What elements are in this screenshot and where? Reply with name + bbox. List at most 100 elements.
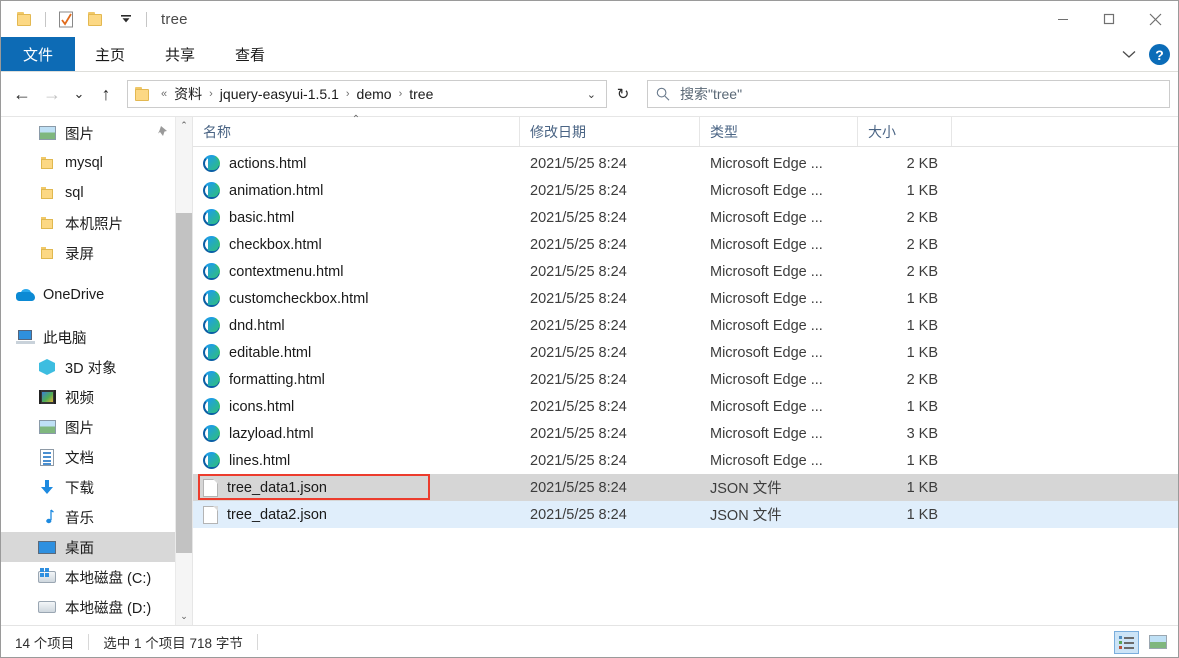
sidebar-item-downloads[interactable]: 下载: [1, 472, 192, 502]
breadcrumb-item-1[interactable]: jquery-easyui-1.5.1: [217, 84, 342, 104]
scroll-up-button[interactable]: ⌃: [176, 117, 192, 134]
sort-ascending-icon: ⌃: [351, 114, 361, 125]
file-type: Microsoft Edge ...: [710, 290, 823, 307]
file-date: 2021/5/25 8:24: [530, 425, 627, 442]
table-row[interactable]: lazyload.html 2021/5/25 8:24 Microsoft E…: [193, 420, 1178, 447]
search-input[interactable]: [680, 86, 1161, 102]
edge-html-icon: [203, 398, 220, 415]
folder-icon[interactable]: [10, 4, 40, 34]
search-icon: [656, 87, 670, 101]
breadcrumb-item-0[interactable]: 资料: [171, 82, 205, 106]
table-row[interactable]: basic.html 2021/5/25 8:24 Microsoft Edge…: [193, 204, 1178, 231]
table-row[interactable]: tree_data2.json 2021/5/25 8:24 JSON 文件 1…: [193, 501, 1178, 528]
address-bar: ← → ⌄ ↑ « 资料 › jquery-easyui-1.5.1 › dem…: [1, 72, 1178, 116]
sidebar-item-music[interactable]: 音乐: [1, 502, 192, 532]
scrollbar-thumb[interactable]: [176, 213, 192, 553]
breadcrumb-chevron-1[interactable]: ›: [342, 88, 354, 100]
table-row[interactable]: lines.html 2021/5/25 8:24 Microsoft Edge…: [193, 447, 1178, 474]
large-icons-view-button[interactable]: [1145, 631, 1170, 654]
file-date: 2021/5/25 8:24: [530, 290, 627, 307]
breadcrumb-overflow-icon[interactable]: «: [157, 88, 171, 100]
breadcrumb-dropdown-icon[interactable]: ⌄: [579, 88, 604, 101]
customize-dropdown-icon[interactable]: [111, 4, 141, 34]
sidebar-item-label: sql: [65, 185, 84, 201]
file-type: Microsoft Edge ...: [710, 371, 823, 388]
tab-view[interactable]: 查看: [215, 37, 285, 71]
table-row-selected[interactable]: tree_data1.json 2021/5/25 8:24 JSON 文件 1…: [193, 474, 1178, 501]
folder-icon: [37, 244, 57, 262]
file-name: contextmenu.html: [229, 263, 344, 280]
sidebar-item-desktop[interactable]: 桌面: [1, 532, 192, 562]
sidebar-item-pictures-quick[interactable]: 图片: [1, 118, 192, 148]
sidebar-item-local-disk-d[interactable]: 本地磁盘 (D:): [1, 592, 192, 622]
sidebar-item-onedrive[interactable]: OneDrive: [1, 280, 192, 310]
expand-ribbon-icon[interactable]: [1118, 44, 1140, 66]
new-folder-icon[interactable]: [81, 4, 111, 34]
column-header-type[interactable]: 类型: [700, 117, 858, 146]
file-date: 2021/5/25 8:24: [530, 155, 627, 172]
pin-icon[interactable]: [157, 125, 170, 141]
sidebar-item-mysql[interactable]: mysql: [1, 148, 192, 178]
forward-button[interactable]: →: [37, 79, 67, 109]
refresh-button[interactable]: ↻: [607, 80, 639, 108]
back-button[interactable]: ←: [7, 79, 37, 109]
file-date: 2021/5/25 8:24: [530, 344, 627, 361]
minimize-button[interactable]: [1040, 1, 1086, 37]
tab-file[interactable]: 文件: [1, 37, 76, 71]
file-date: 2021/5/25 8:24: [530, 209, 627, 226]
explorer-body: 图片 mysql sql 本机照片 录屏 OneDrive 此电脑 3D 对象 …: [1, 114, 1178, 625]
sidebar-item-pictures[interactable]: 图片: [1, 412, 192, 442]
sidebar-item-documents[interactable]: 文档: [1, 442, 192, 472]
sidebar-item-screen-recording[interactable]: 录屏: [1, 238, 192, 268]
sidebar-item-local-disk-c[interactable]: 本地磁盘 (C:): [1, 562, 192, 592]
table-row[interactable]: editable.html 2021/5/25 8:24 Microsoft E…: [193, 339, 1178, 366]
edge-html-icon: [203, 155, 220, 172]
table-row[interactable]: dnd.html 2021/5/25 8:24 Microsoft Edge .…: [193, 312, 1178, 339]
table-row[interactable]: formatting.html 2021/5/25 8:24 Microsoft…: [193, 366, 1178, 393]
table-row[interactable]: contextmenu.html 2021/5/25 8:24 Microsof…: [193, 258, 1178, 285]
up-button[interactable]: ↑: [91, 79, 121, 109]
maximize-button[interactable]: [1086, 1, 1132, 37]
sidebar-item-sql[interactable]: sql: [1, 178, 192, 208]
breadcrumb-chevron-2[interactable]: ›: [395, 88, 407, 100]
breadcrumb[interactable]: « 资料 › jquery-easyui-1.5.1 › demo › tree…: [127, 80, 607, 108]
onedrive-icon: [15, 286, 35, 304]
file-name: icons.html: [229, 398, 295, 415]
file-name-cell: lines.html: [193, 452, 520, 469]
navigation-scrollbar[interactable]: ⌃ ⌄: [175, 117, 192, 625]
details-view-button[interactable]: [1114, 630, 1139, 654]
table-row[interactable]: actions.html 2021/5/25 8:24 Microsoft Ed…: [193, 150, 1178, 177]
details-view-icon: [1119, 635, 1134, 649]
table-row[interactable]: icons.html 2021/5/25 8:24 Microsoft Edge…: [193, 393, 1178, 420]
sidebar-item-this-pc[interactable]: 此电脑: [1, 322, 192, 352]
sidebar-item-label: 视频: [65, 390, 94, 407]
file-type: Microsoft Edge ...: [710, 398, 823, 415]
breadcrumb-chevron-0[interactable]: ›: [205, 88, 217, 100]
table-row[interactable]: animation.html 2021/5/25 8:24 Microsoft …: [193, 177, 1178, 204]
table-row[interactable]: checkbox.html 2021/5/25 8:24 Microsoft E…: [193, 231, 1178, 258]
file-list-pane: ⌃ 名称 修改日期 类型 大小 actions.html 2021/5/25 8…: [193, 114, 1178, 625]
help-button[interactable]: ?: [1149, 44, 1170, 65]
tab-home[interactable]: 主页: [75, 37, 145, 71]
sidebar-item-local-photos[interactable]: 本机照片: [1, 208, 192, 238]
breadcrumb-item-2[interactable]: demo: [354, 84, 395, 104]
tab-share[interactable]: 共享: [145, 37, 215, 71]
search-box[interactable]: [647, 80, 1170, 108]
properties-icon[interactable]: [51, 4, 81, 34]
sidebar-item-videos[interactable]: 视频: [1, 382, 192, 412]
edge-html-icon: [203, 371, 220, 388]
close-button[interactable]: [1132, 1, 1178, 37]
sidebar-item-label: 图片: [65, 420, 94, 437]
scroll-down-button[interactable]: ⌄: [176, 608, 192, 625]
recent-locations-icon[interactable]: ⌄: [67, 79, 91, 109]
file-date: 2021/5/25 8:24: [530, 236, 627, 253]
sidebar-item-3d-objects[interactable]: 3D 对象: [1, 352, 192, 382]
file-type: Microsoft Edge ...: [710, 209, 823, 226]
column-header-size[interactable]: 大小: [858, 117, 952, 146]
breadcrumb-item-3[interactable]: tree: [406, 84, 436, 104]
toolbar-divider-2: [146, 11, 147, 27]
column-header-name[interactable]: ⌃ 名称: [193, 114, 520, 146]
table-row[interactable]: customcheckbox.html 2021/5/25 8:24 Micro…: [193, 285, 1178, 312]
file-size: 3 KB: [906, 425, 938, 442]
column-header-date-modified[interactable]: 修改日期: [520, 117, 700, 146]
